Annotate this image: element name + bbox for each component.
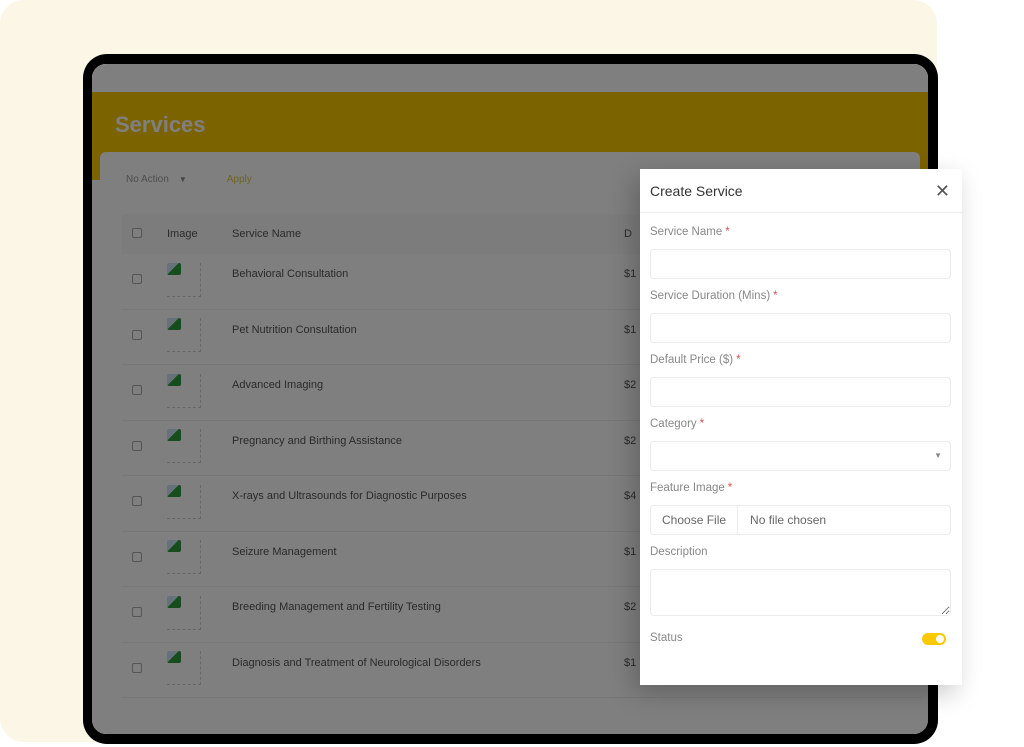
required-marker: * (773, 290, 778, 302)
price-input[interactable] (650, 377, 951, 407)
required-marker: * (699, 418, 705, 430)
category-label: Category (650, 418, 697, 430)
close-icon[interactable]: ✕ (935, 182, 952, 200)
field-description: Description (650, 543, 952, 621)
field-service-name: Service Name * (650, 223, 952, 279)
file-status: No file chosen (750, 513, 827, 527)
create-service-modal: Create Service ✕ Service Name * Service D… (640, 169, 962, 685)
modal-body: Service Name * Service Duration (Mins) * D… (640, 213, 962, 649)
service-name-label: Service Name (650, 226, 723, 238)
category-select[interactable] (650, 441, 951, 471)
modal-title: Create Service (650, 182, 743, 199)
modal-header: Create Service ✕ (640, 169, 962, 213)
field-status: Status (650, 629, 952, 649)
required-marker: * (725, 226, 730, 238)
required-marker: * (727, 482, 733, 494)
duration-label: Service Duration (Mins) (650, 290, 771, 302)
price-label: Default Price ($) (650, 354, 734, 366)
field-price: Default Price ($) * (650, 351, 952, 407)
toggle-knob (936, 635, 944, 643)
field-feature-image: Feature Image * Choose File No file chose… (650, 479, 952, 535)
choose-file-button[interactable]: Choose File (651, 506, 739, 534)
description-textarea[interactable] (650, 569, 951, 616)
feature-image-input[interactable]: Choose File No file chosen (650, 505, 951, 535)
description-label: Description (650, 546, 708, 558)
status-toggle[interactable] (922, 633, 946, 645)
field-duration: Service Duration (Mins) * (650, 287, 952, 343)
chevron-down-icon: ▼ (934, 451, 942, 460)
service-name-input[interactable] (650, 249, 951, 279)
field-category: Category * ▼ (650, 415, 952, 471)
duration-input[interactable] (650, 313, 951, 343)
feature-image-label: Feature Image (650, 482, 725, 494)
required-marker: * (736, 354, 741, 366)
status-label: Status (650, 632, 683, 644)
